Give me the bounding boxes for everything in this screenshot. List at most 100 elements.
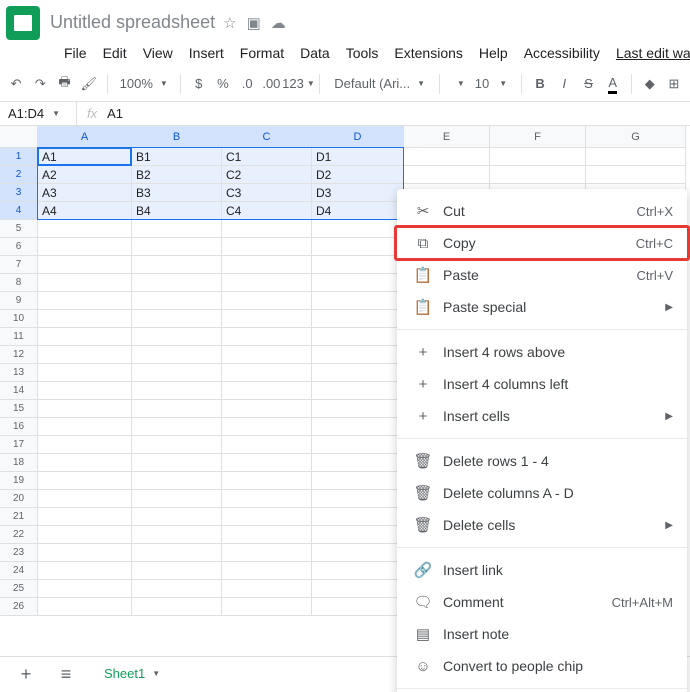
cell[interactable] bbox=[312, 364, 404, 382]
cell[interactable] bbox=[586, 148, 686, 166]
row-header-5[interactable]: 5 bbox=[0, 220, 38, 238]
sheets-logo[interactable] bbox=[6, 6, 40, 40]
cell[interactable] bbox=[38, 544, 132, 562]
cell[interactable] bbox=[312, 598, 404, 616]
menu-view[interactable]: View bbox=[135, 41, 181, 65]
cell[interactable] bbox=[38, 472, 132, 490]
cell[interactable] bbox=[222, 220, 312, 238]
cell[interactable] bbox=[312, 310, 404, 328]
cell[interactable] bbox=[312, 382, 404, 400]
borders-button[interactable]: ⊞ bbox=[664, 71, 684, 97]
cell[interactable] bbox=[132, 580, 222, 598]
menu-item-paste-special[interactable]: 📋Paste special▶ bbox=[397, 291, 687, 323]
cell[interactable] bbox=[222, 364, 312, 382]
menu-item-paste[interactable]: 📋PasteCtrl+V bbox=[397, 259, 687, 291]
currency-button[interactable]: $ bbox=[189, 71, 209, 97]
cell[interactable] bbox=[222, 382, 312, 400]
menu-item-insert-note[interactable]: ▤Insert note bbox=[397, 618, 687, 650]
cell[interactable] bbox=[586, 166, 686, 184]
cell[interactable] bbox=[132, 508, 222, 526]
cell[interactable] bbox=[312, 418, 404, 436]
increase-decimal-button[interactable]: .00 bbox=[261, 71, 281, 97]
all-sheets-button[interactable]: ≡ bbox=[52, 661, 80, 689]
menu-tools[interactable]: Tools bbox=[338, 41, 387, 65]
menu-item-convert-to-people-chip[interactable]: ☺Convert to people chip bbox=[397, 650, 687, 682]
cell[interactable] bbox=[38, 436, 132, 454]
row-header-23[interactable]: 23 bbox=[0, 544, 38, 562]
cell[interactable] bbox=[38, 400, 132, 418]
cell[interactable] bbox=[312, 580, 404, 598]
cell[interactable] bbox=[38, 454, 132, 472]
cell[interactable] bbox=[222, 346, 312, 364]
menu-item-comment[interactable]: 🗨CommentCtrl+Alt+M bbox=[397, 586, 687, 618]
cell[interactable] bbox=[222, 490, 312, 508]
cell[interactable] bbox=[38, 490, 132, 508]
cell[interactable] bbox=[312, 562, 404, 580]
cell[interactable]: A1 bbox=[38, 148, 132, 166]
cell[interactable]: C1 bbox=[222, 148, 312, 166]
row-header-2[interactable]: 2 bbox=[0, 166, 38, 184]
cell[interactable] bbox=[222, 526, 312, 544]
menu-item-copy[interactable]: ⧉CopyCtrl+C bbox=[397, 227, 687, 259]
row-header-24[interactable]: 24 bbox=[0, 562, 38, 580]
cell[interactable] bbox=[312, 472, 404, 490]
cell[interactable] bbox=[38, 256, 132, 274]
cell[interactable] bbox=[132, 562, 222, 580]
cell[interactable] bbox=[404, 148, 490, 166]
menu-item-insert-4-columns-left[interactable]: +Insert 4 columns left bbox=[397, 368, 687, 400]
document-title[interactable]: Untitled spreadsheet bbox=[50, 12, 215, 33]
row-header-10[interactable]: 10 bbox=[0, 310, 38, 328]
cell[interactable] bbox=[38, 310, 132, 328]
row-header-14[interactable]: 14 bbox=[0, 382, 38, 400]
cell[interactable] bbox=[38, 562, 132, 580]
cell[interactable] bbox=[312, 436, 404, 454]
cell[interactable] bbox=[222, 238, 312, 256]
cell[interactable] bbox=[132, 544, 222, 562]
percent-button[interactable]: % bbox=[213, 71, 233, 97]
cell[interactable]: B3 bbox=[132, 184, 222, 202]
row-header-15[interactable]: 15 bbox=[0, 400, 38, 418]
cell[interactable] bbox=[132, 256, 222, 274]
paint-format-button[interactable]: 🖌 bbox=[79, 71, 99, 97]
row-header-22[interactable]: 22 bbox=[0, 526, 38, 544]
row-header-8[interactable]: 8 bbox=[0, 274, 38, 292]
redo-button[interactable]: ↷ bbox=[30, 71, 50, 97]
cell[interactable] bbox=[132, 274, 222, 292]
cell[interactable] bbox=[38, 382, 132, 400]
cell[interactable] bbox=[222, 328, 312, 346]
cell[interactable] bbox=[132, 310, 222, 328]
cell[interactable] bbox=[38, 580, 132, 598]
cell[interactable] bbox=[132, 382, 222, 400]
cell[interactable]: C3 bbox=[222, 184, 312, 202]
menu-extensions[interactable]: Extensions bbox=[386, 41, 470, 65]
row-header-9[interactable]: 9 bbox=[0, 292, 38, 310]
cell[interactable] bbox=[38, 274, 132, 292]
cell[interactable] bbox=[38, 220, 132, 238]
cell[interactable] bbox=[132, 328, 222, 346]
col-header-G[interactable]: G bbox=[586, 126, 686, 148]
menu-item-insert-cells[interactable]: +Insert cells▶ bbox=[397, 400, 687, 432]
cell[interactable] bbox=[490, 166, 586, 184]
row-header-18[interactable]: 18 bbox=[0, 454, 38, 472]
cell[interactable] bbox=[38, 346, 132, 364]
cell[interactable] bbox=[312, 544, 404, 562]
row-header-16[interactable]: 16 bbox=[0, 418, 38, 436]
cell[interactable] bbox=[132, 598, 222, 616]
cell[interactable]: D3 bbox=[312, 184, 404, 202]
cell[interactable] bbox=[222, 400, 312, 418]
row-header-13[interactable]: 13 bbox=[0, 364, 38, 382]
cell[interactable]: C4 bbox=[222, 202, 312, 220]
row-header-1[interactable]: 1 bbox=[0, 148, 38, 166]
cell[interactable] bbox=[132, 436, 222, 454]
print-button[interactable]: 🖶 bbox=[54, 71, 74, 97]
menu-format[interactable]: Format bbox=[232, 41, 292, 65]
cell[interactable] bbox=[222, 418, 312, 436]
sheet-tab[interactable]: Sheet1▼ bbox=[92, 657, 172, 692]
add-sheet-button[interactable]: + bbox=[12, 661, 40, 689]
cell[interactable]: A2 bbox=[38, 166, 132, 184]
menu-file[interactable]: File bbox=[56, 41, 95, 65]
cell[interactable] bbox=[132, 220, 222, 238]
more-formats-button[interactable]: 123▼ bbox=[285, 71, 311, 97]
col-header-C[interactable]: C bbox=[222, 126, 312, 148]
cell[interactable] bbox=[132, 400, 222, 418]
